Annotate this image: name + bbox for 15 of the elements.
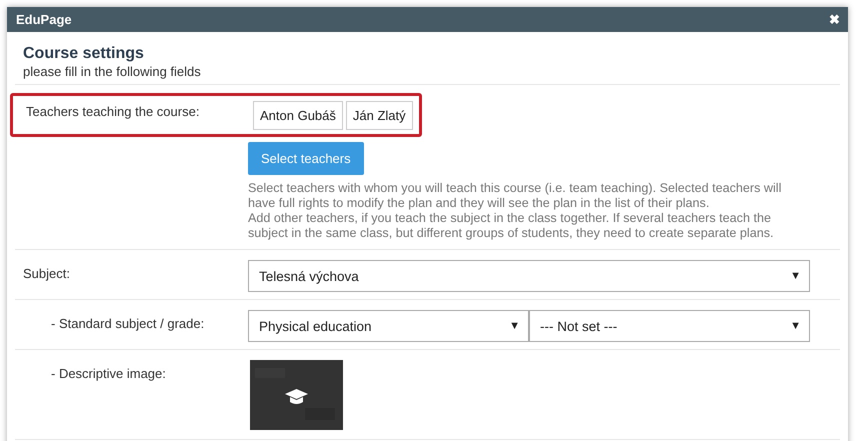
field-label: Teachers teaching the course: [26, 103, 200, 119]
dropdown[interactable]: Telesná výchova ▼ [248, 260, 810, 292]
help-text: Add other teachers, if you teach the subject in the class together. If several teachers teach the subject in the same class, but different groups of students, they need to create separate plans. [248, 211, 775, 241]
help-text: Select teachers with whom you will teach this course (i.e. team teaching). Selected teachers will have full rights to modify the plan and they will see the plan in the list of their plans. [248, 181, 782, 211]
dropdown[interactable]: Physical education ▼ [248, 310, 529, 342]
teacher-chip: Anton Gubáš [253, 101, 343, 130]
dropdown[interactable]: --- Not set --- ▼ [529, 310, 810, 342]
field-label: Subject: [23, 265, 71, 283]
field-label: - Standard subject / grade: [50, 315, 206, 333]
teacher-chip: Ján Zlatý [346, 101, 413, 130]
section-title: Course settings [23, 45, 145, 63]
section-subtitle: please fill in the following fields [23, 64, 202, 79]
window-title: EduPage [16, 12, 72, 27]
field-label: - Descriptive image: [50, 365, 167, 383]
close-button[interactable]: ✖ [829, 12, 840, 27]
